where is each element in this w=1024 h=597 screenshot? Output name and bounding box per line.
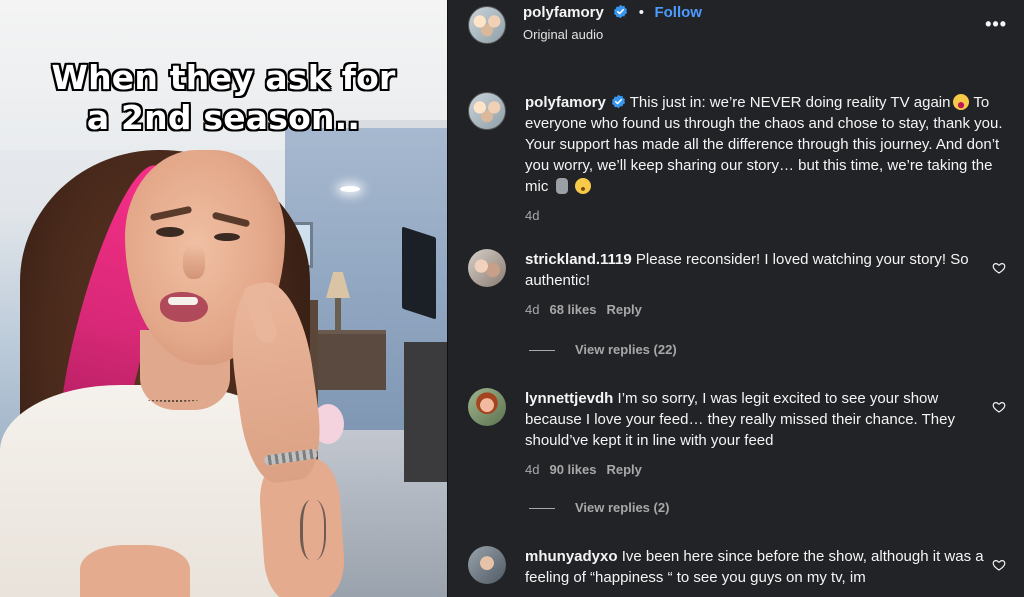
cabinet — [404, 342, 447, 482]
verified-badge-icon — [611, 94, 625, 109]
caption-body: polyfamory This just in: we’re NEVER doi… — [525, 92, 1015, 226]
comment-body: mhunyadyxo Ive been here since before th… — [525, 546, 987, 588]
commenter-username[interactable]: strickland.1119 — [525, 251, 632, 268]
laughing-emoji-icon — [953, 94, 970, 110]
commenter-avatar[interactable] — [468, 388, 506, 426]
commenter-avatar[interactable] — [468, 249, 506, 287]
separator-dot: • — [638, 4, 645, 21]
commenter-username[interactable]: lynnettjevdh — [525, 390, 613, 407]
view-replies-button[interactable]: View replies (2) — [529, 500, 669, 515]
verified-badge-icon — [614, 4, 628, 19]
post-header: polyfamory • Follow Original audio ••• — [448, 0, 1024, 62]
grinning-emoji-icon — [574, 178, 591, 194]
arm-tattoo — [300, 500, 326, 560]
heart-icon[interactable] — [992, 400, 1006, 414]
caption-text: This just in: we’re NEVER doing reality … — [629, 94, 951, 111]
microphone-emoji-icon — [555, 178, 568, 194]
eye-left — [156, 227, 184, 237]
comment-likes[interactable]: 90 likes — [549, 462, 596, 477]
caption-line-1: When they ask for — [51, 58, 396, 97]
reply-button[interactable]: Reply — [606, 302, 641, 317]
author-avatar[interactable] — [468, 6, 506, 44]
caption-meta: 4d — [525, 205, 1015, 226]
heart-icon[interactable] — [992, 261, 1006, 275]
necklace — [148, 398, 198, 402]
original-audio-link[interactable]: Original audio — [523, 27, 603, 42]
video-caption: When they ask for a 2nd season.. — [0, 58, 447, 138]
follow-button[interactable]: Follow — [654, 4, 702, 21]
teeth — [168, 297, 198, 305]
comment-time: 4d — [525, 302, 540, 317]
comment-item: lynnettjevdh I’m so sorry, I was legit e… — [468, 388, 1008, 488]
ceiling-light — [340, 186, 360, 192]
video-frame[interactable]: When they ask for a 2nd season.. — [0, 0, 447, 597]
comment-time: 4d — [525, 462, 540, 477]
nose — [183, 245, 205, 279]
replies-divider — [529, 350, 555, 352]
caption-line-2: a 2nd season.. — [86, 98, 361, 137]
caption-author-avatar[interactable] — [468, 92, 506, 130]
comments-panel[interactable]: polyfamory • Follow Original audio ••• p… — [447, 0, 1024, 597]
view-replies-label: View replies (2) — [575, 500, 670, 515]
comment-item: mhunyadyxo Ive been here since before th… — [468, 546, 1008, 597]
comment-likes[interactable]: 68 likes — [549, 302, 596, 317]
post-caption: polyfamory This just in: we’re NEVER doi… — [468, 92, 1008, 223]
hand-lower — [80, 545, 190, 597]
caption-username[interactable]: polyfamory — [525, 94, 606, 111]
comment-body: lynnettjevdh I’m so sorry, I was legit e… — [525, 388, 987, 480]
caption-time: 4d — [525, 208, 540, 223]
comment-body: strickland.1119 Please reconsider! I lov… — [525, 249, 987, 320]
commenter-avatar[interactable] — [468, 546, 506, 584]
more-options-icon[interactable]: ••• — [985, 14, 1007, 35]
comment-meta: 4d 68 likes Reply — [525, 299, 987, 320]
view-replies-button[interactable]: View replies (22) — [529, 342, 677, 357]
heart-icon[interactable] — [992, 558, 1006, 572]
commenter-username[interactable]: mhunyadyxo — [525, 548, 618, 565]
replies-divider — [529, 508, 555, 510]
wall-tv — [402, 226, 436, 320]
eye-right — [214, 233, 240, 241]
comment-item: strickland.1119 Please reconsider! I lov… — [468, 249, 1008, 329]
dresser — [318, 330, 386, 390]
author-username[interactable]: polyfamory — [523, 4, 604, 21]
reply-button[interactable]: Reply — [606, 462, 641, 477]
view-replies-label: View replies (22) — [575, 342, 677, 357]
comment-meta: 4d 90 likes Reply — [525, 459, 987, 480]
lamp-base — [335, 298, 341, 330]
